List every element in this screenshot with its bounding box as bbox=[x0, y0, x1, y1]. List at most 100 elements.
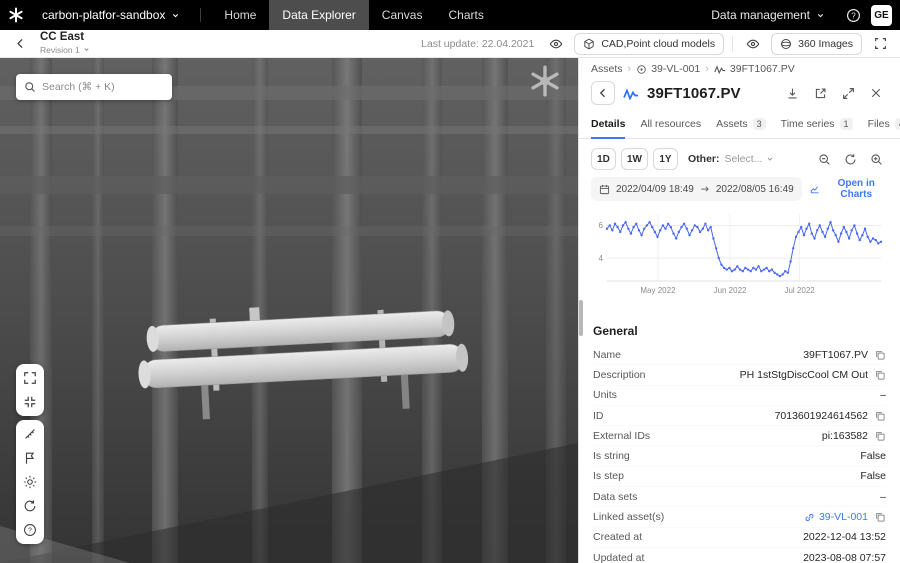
property-row-linked-asset-s: Linked asset(s)39-VL-001 bbox=[593, 507, 886, 527]
tab-badge: 1 bbox=[840, 118, 853, 130]
breadcrumb-item-assets[interactable]: Assets bbox=[591, 63, 623, 75]
svg-text:Jul 2022: Jul 2022 bbox=[784, 286, 815, 295]
property-row-units: Units– bbox=[593, 386, 886, 406]
tab-bar: Details All resources Assets3 Time series1 F… bbox=[579, 111, 900, 139]
breadcrumb-item-39ft1067-pv[interactable]: 39FT1067.PV bbox=[714, 63, 795, 75]
chevron-down-icon bbox=[766, 155, 774, 163]
search-icon bbox=[24, 81, 36, 93]
properties-table: Name39FT1067.PVDescriptionPH 1stStgDiscC… bbox=[579, 345, 900, 563]
help-button[interactable]: ? bbox=[841, 3, 865, 27]
viewer-3d[interactable]: ? bbox=[0, 58, 578, 563]
copy-icon bbox=[874, 430, 886, 442]
model-toolbar: CC East Revision 1 Last update: 22.04.20… bbox=[0, 30, 900, 58]
nav-item-data-explorer[interactable]: Data Explorer bbox=[269, 0, 368, 30]
property-row-data-sets: Data sets– bbox=[593, 487, 886, 507]
last-update-label: Last update: 22.04.2021 bbox=[421, 38, 534, 50]
panel-scrollbar[interactable] bbox=[579, 58, 583, 563]
timeseries-chart[interactable]: 46May 2022Jun 2022Jul 2022 bbox=[579, 205, 900, 312]
nav-item-home[interactable]: Home bbox=[211, 0, 269, 30]
copy-button[interactable] bbox=[874, 369, 886, 381]
close-icon bbox=[870, 87, 882, 99]
copy-button[interactable] bbox=[874, 410, 886, 422]
images-360-button[interactable]: 360 Images bbox=[771, 33, 862, 55]
range-button-1d[interactable]: 1D bbox=[591, 148, 616, 170]
expand-icon bbox=[23, 371, 37, 385]
viewer-help-button[interactable]: ? bbox=[18, 518, 42, 542]
panel-back-button[interactable] bbox=[591, 81, 615, 105]
tab-assets[interactable]: Assets3 bbox=[716, 111, 766, 139]
expand-panel-button[interactable] bbox=[836, 81, 860, 105]
viewer-search[interactable] bbox=[16, 74, 172, 100]
reset-zoom-button[interactable] bbox=[838, 147, 862, 171]
open-in-charts-link[interactable]: Open in Charts bbox=[810, 178, 888, 200]
copy-button[interactable] bbox=[874, 511, 886, 523]
brightness-button[interactable] bbox=[18, 470, 42, 494]
nav-item-canvas[interactable]: Canvas bbox=[369, 0, 436, 30]
date-range-row: 2022/04/09 18:49 2022/08/05 16:49 Open i… bbox=[579, 173, 900, 205]
svg-text:4: 4 bbox=[599, 254, 604, 263]
property-row-updated-at: Updated at2023-08-08 07:57 bbox=[593, 548, 886, 563]
flag-button[interactable] bbox=[18, 446, 42, 470]
date-range-picker[interactable]: 2022/04/09 18:49 2022/08/05 16:49 bbox=[591, 177, 802, 201]
eye-icon bbox=[746, 37, 760, 51]
measure-icon bbox=[23, 427, 37, 441]
copy-icon bbox=[874, 410, 886, 422]
range-button-1w[interactable]: 1W bbox=[621, 148, 648, 170]
close-panel-button[interactable] bbox=[864, 81, 888, 105]
copy-button[interactable] bbox=[874, 430, 886, 442]
panel-header: 39FT1067.PV bbox=[579, 77, 900, 111]
nav-item-charts[interactable]: Charts bbox=[435, 0, 496, 30]
revision-selector[interactable]: Revision 1 bbox=[40, 44, 90, 55]
refresh-view-button[interactable] bbox=[18, 494, 42, 518]
avatar[interactable]: GE bbox=[871, 5, 892, 26]
property-row-is-string: Is stringFalse bbox=[593, 446, 886, 466]
cad-models-button[interactable]: CAD,Point cloud models bbox=[574, 33, 724, 55]
nav-divider bbox=[200, 8, 201, 22]
toggle-cad-visibility-button[interactable] bbox=[544, 32, 568, 56]
cognite-watermark-icon bbox=[528, 64, 562, 103]
tab-details[interactable]: Details bbox=[591, 111, 625, 139]
chevron-down-icon bbox=[171, 11, 180, 20]
arrow-left-icon bbox=[597, 87, 609, 99]
timeseries-icon bbox=[714, 64, 726, 74]
breadcrumb-separator: › bbox=[705, 63, 709, 75]
download-button[interactable] bbox=[780, 81, 804, 105]
zoom-out-button[interactable] bbox=[812, 147, 836, 171]
cube-icon bbox=[583, 38, 595, 50]
model-name: CC East bbox=[40, 32, 90, 44]
toggle-360-visibility-button[interactable] bbox=[741, 32, 765, 56]
open-in-new-button[interactable] bbox=[808, 81, 832, 105]
frame-icon bbox=[874, 37, 887, 50]
tab-files[interactable]: Files4 bbox=[868, 111, 900, 139]
arrow-left-icon bbox=[14, 37, 27, 50]
measure-button[interactable] bbox=[18, 422, 42, 446]
top-navbar: carbon-platfor-sandbox HomeData Explorer… bbox=[0, 0, 900, 30]
range-button-1y[interactable]: 1Y bbox=[653, 148, 678, 170]
breadcrumb-item-39-vl-001[interactable]: 39-VL-001 bbox=[636, 63, 700, 75]
search-input[interactable] bbox=[42, 81, 164, 93]
frame-view-button[interactable] bbox=[868, 32, 892, 56]
copy-icon bbox=[874, 369, 886, 381]
zoom-in-icon bbox=[870, 153, 883, 166]
back-button[interactable] bbox=[8, 32, 32, 56]
property-row-is-step: Is stepFalse bbox=[593, 467, 886, 487]
copy-button[interactable] bbox=[874, 349, 886, 361]
app-window: carbon-platfor-sandbox HomeData Explorer… bbox=[0, 0, 900, 563]
tab-all-resources[interactable]: All resources bbox=[640, 111, 701, 139]
property-row-description: DescriptionPH 1stStgDiscCool CM Out bbox=[593, 365, 886, 385]
collapse-view-button[interactable] bbox=[18, 390, 42, 414]
tab-time-series[interactable]: Time series1 bbox=[781, 111, 853, 139]
data-management-menu[interactable]: Data management bbox=[701, 0, 835, 30]
linked-asset-link[interactable]: 39-VL-001 bbox=[804, 511, 868, 523]
fit-view-button[interactable] bbox=[18, 366, 42, 390]
property-row-name: Name39FT1067.PV bbox=[593, 345, 886, 365]
main-nav: HomeData ExplorerCanvasCharts bbox=[211, 0, 496, 30]
asset-icon bbox=[636, 64, 647, 75]
range-select[interactable]: Select... bbox=[725, 153, 775, 165]
property-row-created-at: Created at2022-12-04 13:52 bbox=[593, 528, 886, 548]
zoom-in-button[interactable] bbox=[864, 147, 888, 171]
cognite-logo-icon bbox=[0, 0, 32, 30]
viewer-toolbar-tools: ? bbox=[16, 420, 44, 544]
project-selector[interactable]: carbon-platfor-sandbox bbox=[32, 0, 190, 30]
tab-badge: 3 bbox=[753, 118, 766, 130]
